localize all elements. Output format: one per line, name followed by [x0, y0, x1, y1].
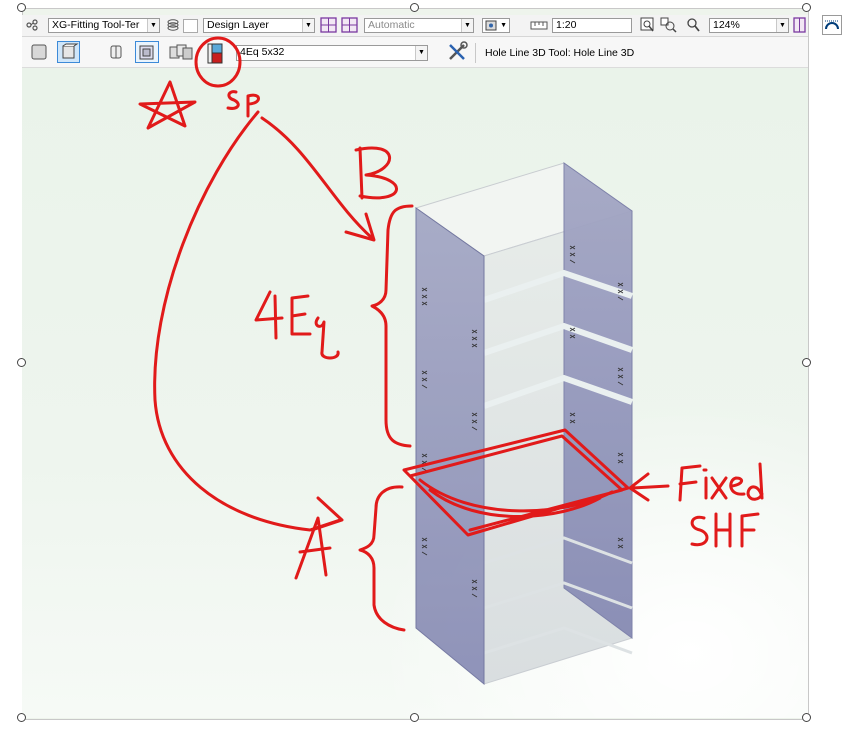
ink-letter-b: [354, 146, 398, 200]
ink-text-fixed: [678, 462, 764, 502]
ink-annotations: [138, 36, 764, 632]
resize-handle-br[interactable]: [802, 713, 811, 722]
ink-arrow-b: [260, 116, 374, 240]
ink-text-4eq: [254, 290, 340, 360]
ink-fixed-shelf: [402, 428, 630, 537]
resize-handle-mr[interactable]: [802, 358, 811, 367]
resize-handle-bm[interactable]: [410, 713, 419, 722]
resize-handle-ml[interactable]: [17, 358, 26, 367]
ink-brace-lower: [358, 485, 406, 632]
ink-loop-arrow: [153, 110, 342, 532]
resize-handle-tm[interactable]: [410, 3, 419, 12]
ink-text-shf: [690, 512, 760, 548]
ink-circle-preset: [194, 36, 242, 88]
ink-star: [138, 80, 197, 130]
ink-text-sp: [226, 90, 260, 118]
resize-handle-tl[interactable]: [17, 3, 26, 12]
ink-brace-upper: [370, 204, 414, 448]
ink-arrow-fixed: [628, 472, 670, 502]
resize-handle-tr[interactable]: [802, 3, 811, 12]
resize-handle-bl[interactable]: [17, 713, 26, 722]
